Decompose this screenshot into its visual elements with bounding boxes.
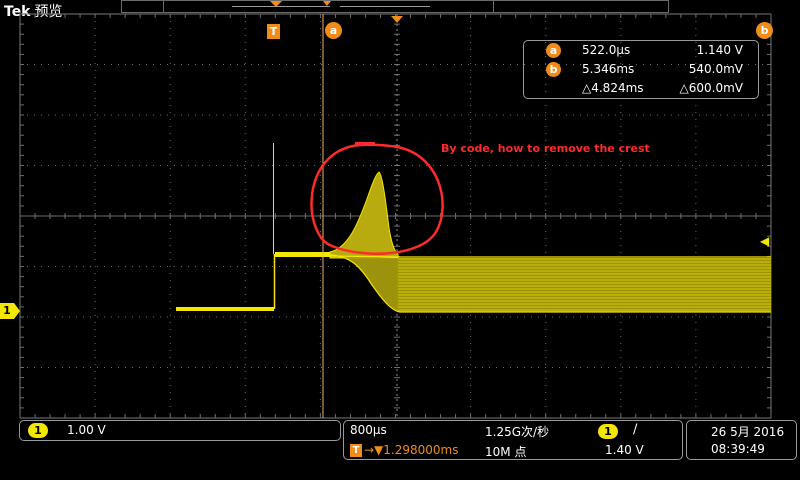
annotation-text: By code, how to remove the crest (441, 142, 650, 155)
horizontal-position: →▼1.298000ms (364, 443, 459, 457)
readout-delta-value: △600.0mV (679, 81, 743, 95)
trigger-slope-icon: ∕ (633, 422, 638, 437)
trigger-position-pointer (391, 16, 403, 23)
trigger-source-badge: 1 (598, 424, 618, 439)
trigger-position-badge: T (350, 444, 362, 457)
readout-b-badge: b (546, 62, 561, 77)
channel1-ground-marker[interactable]: 1 (0, 303, 14, 319)
readout-b-time: 5.346ms (582, 62, 635, 76)
channel1-scale: 1.00 V (67, 423, 106, 437)
trigger-level-icon[interactable]: ◀ (760, 234, 769, 248)
time-label: 08:39:49 (711, 442, 765, 456)
cursor-b-marker[interactable]: b (756, 22, 773, 39)
readout-row-a: a 522.0µs 1.140 V (524, 42, 758, 60)
readout-delta-time: △4.824ms (582, 81, 644, 95)
datetime-box[interactable]: 26 5月 2016 08:39:49 (686, 420, 797, 460)
readout-row-delta: △4.824ms △600.0mV (524, 80, 758, 98)
record-bar-details (232, 1, 430, 7)
readout-row-b: b 5.346ms 540.0mV (524, 61, 758, 79)
channel1-scale-box[interactable]: 1 1.00 V (19, 420, 341, 441)
cursor-readout: a 522.0µs 1.140 V b 5.346ms 540.0mV △4.8… (523, 40, 759, 99)
channel1-marker-tip (14, 303, 20, 319)
horizontal-scale: 800µs (350, 423, 387, 437)
channel1-badge: 1 (28, 423, 48, 438)
sample-rate: 1.25G次/秒 (485, 425, 550, 439)
timebase-box[interactable]: 800µs T →▼1.298000ms 1.25G次/秒 10M 点 1 ∕ … (343, 420, 683, 460)
readout-a-value: 1.140 V (696, 43, 743, 57)
record-length: 10M 点 (485, 445, 527, 459)
readout-a-time: 522.0µs (582, 43, 631, 57)
readout-a-badge: a (546, 43, 561, 58)
date-label: 26 5月 2016 (711, 425, 785, 439)
annotation-circle-tick (355, 142, 375, 146)
channel1-trace (176, 143, 771, 313)
readout-b-value: 540.0mV (688, 62, 743, 76)
trigger-marker[interactable]: T (267, 24, 280, 39)
trigger-level: 1.40 V (605, 443, 644, 457)
cursor-a-marker[interactable]: a (325, 22, 342, 39)
